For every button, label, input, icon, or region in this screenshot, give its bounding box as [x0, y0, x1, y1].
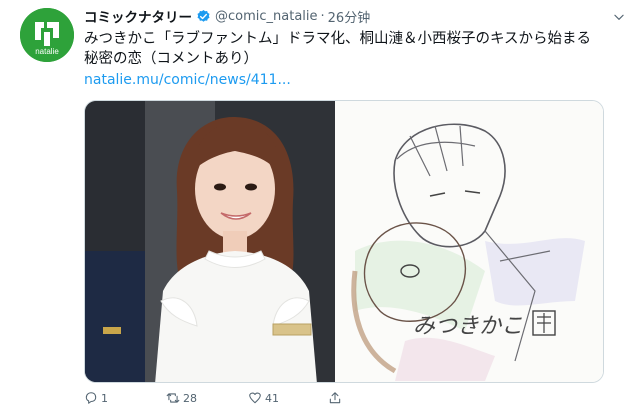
- like-button[interactable]: 41: [248, 391, 279, 405]
- svg-text:natalie: natalie: [35, 47, 59, 56]
- account-handle[interactable]: @comic_natalie: [215, 9, 318, 24]
- account-name[interactable]: コミックナタリー: [84, 6, 192, 26]
- actress-photo[interactable]: [85, 101, 335, 382]
- retweet-button[interactable]: 28: [166, 391, 197, 405]
- actress-photo-image: [85, 101, 335, 382]
- manga-sketch[interactable]: みつきかこ: [335, 101, 603, 382]
- artist-signature: みつきかこ: [413, 314, 523, 339]
- tweet-media[interactable]: みつきかこ: [84, 100, 604, 383]
- reply-icon: [85, 392, 97, 404]
- avatar[interactable]: natalie: [20, 8, 74, 62]
- retweet-count: 28: [183, 391, 197, 405]
- chevron-down-icon[interactable]: [612, 10, 626, 24]
- tweet-timestamp[interactable]: 26分钟: [328, 7, 371, 26]
- tweet-link[interactable]: natalie.mu/comic/news/411...: [84, 72, 291, 88]
- share-button[interactable]: [328, 391, 342, 405]
- verified-badge-icon: [197, 9, 210, 22]
- like-count: 41: [265, 391, 279, 405]
- reply-count: 1: [101, 391, 108, 405]
- separator-dot: ·: [320, 8, 325, 24]
- retweet-icon: [166, 393, 180, 403]
- tweet-header: コミックナタリー @comic_natalie · 26分钟: [84, 6, 371, 27]
- manga-sketch-image: みつきかこ: [335, 101, 603, 382]
- share-icon: [329, 392, 341, 404]
- reply-button[interactable]: 1: [84, 391, 108, 405]
- tweet-text: みつきかこ「ラブファントム」ドラマ化、桐山漣＆小西桜子のキスから始まる秘密の恋（…: [84, 31, 592, 67]
- natalie-logo-icon: natalie: [20, 8, 74, 62]
- heart-icon: [249, 392, 261, 404]
